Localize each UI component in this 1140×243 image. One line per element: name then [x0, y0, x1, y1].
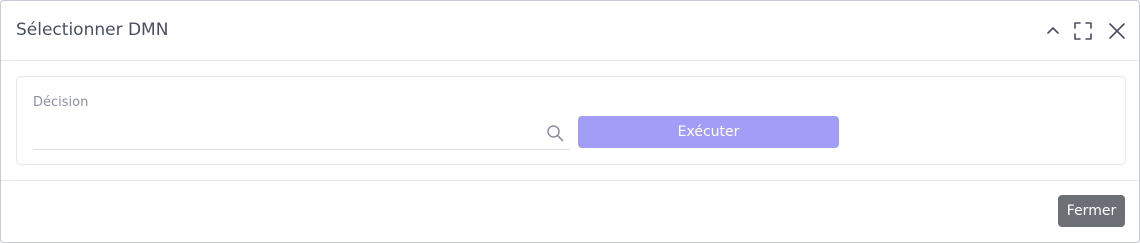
fullscreen-icon[interactable] [1073, 21, 1093, 41]
decision-label: Décision [33, 95, 89, 110]
decision-card: Décision Exécuter [16, 76, 1126, 165]
close-icon[interactable] [1107, 21, 1127, 41]
dialog-title: Sélectionner DMN [16, 20, 169, 40]
dialog-header: Sélectionner DMN [1, 1, 1139, 61]
decision-input[interactable] [33, 117, 533, 147]
dialog-footer: Fermer [1, 181, 1139, 242]
execute-button[interactable]: Exécuter [578, 116, 839, 148]
close-button[interactable]: Fermer [1058, 195, 1125, 227]
dialog-body: Décision Exécuter [1, 61, 1139, 181]
decision-field [33, 117, 570, 150]
select-dmn-dialog: Sélectionner DMN Décision Exécuter Ferme… [0, 0, 1140, 243]
search-icon[interactable] [546, 124, 564, 142]
chevron-up-icon[interactable] [1043, 21, 1063, 41]
